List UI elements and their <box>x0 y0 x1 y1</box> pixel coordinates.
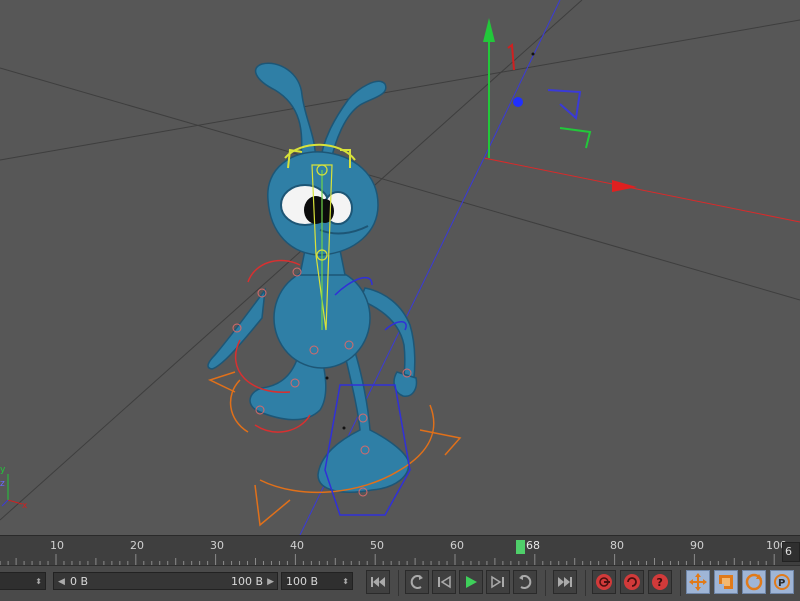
step-forward-button[interactable] <box>486 570 510 594</box>
help-label: ? <box>657 576 663 589</box>
frame-label-90: 90 <box>690 539 704 552</box>
slider-max-value: 100 B <box>230 575 263 588</box>
end-range-field[interactable]: 100 B ⬍ <box>281 572 353 590</box>
separator <box>545 570 546 596</box>
record-key-icon <box>596 574 612 590</box>
keyframe-selection-button[interactable]: ? <box>648 570 672 594</box>
step-back-button[interactable] <box>432 570 456 594</box>
spinner-icon[interactable]: ⬍ <box>35 573 42 591</box>
triad-y-label: y <box>0 465 6 475</box>
frame-label-10: 10 <box>50 539 64 552</box>
spinner-icon[interactable]: ⬍ <box>342 573 349 591</box>
x-rotation-handle-icon <box>507 43 515 71</box>
world-x-axis <box>483 157 800 223</box>
z-axis-handle-icon <box>513 97 523 107</box>
slider-right-arrow-icon[interactable]: ▶ <box>267 573 274 591</box>
play-button[interactable] <box>459 570 483 594</box>
pivot-dot <box>325 376 329 380</box>
frame-label-80: 80 <box>610 539 624 552</box>
autokey-button[interactable] <box>620 570 644 594</box>
frame-label-30: 30 <box>210 539 224 552</box>
triad-z-label: z <box>0 479 5 489</box>
separator <box>398 570 399 596</box>
rotation-track-icon <box>745 573 763 591</box>
playhead[interactable] <box>516 540 525 554</box>
left-arm <box>207 287 267 370</box>
x-axis-arrow-icon <box>612 180 637 192</box>
play-icon <box>466 576 477 588</box>
goto-start-button[interactable] <box>366 570 390 594</box>
arrow-left-orange-icon <box>207 371 236 393</box>
triad-x-label: x <box>22 501 28 511</box>
position-track-button[interactable] <box>686 570 710 594</box>
scale-track-button[interactable] <box>714 570 738 594</box>
right-pupil <box>316 199 334 223</box>
slider-left-arrow-icon[interactable]: ◀ <box>58 573 65 591</box>
next-key-icon <box>519 575 532 589</box>
goto-end-button[interactable] <box>553 570 577 594</box>
step-forward-icon <box>491 575 504 589</box>
preview-range-slider[interactable]: ◀ 0 B 100 B ▶ <box>53 572 278 590</box>
goto-end-icon <box>558 577 572 587</box>
floor-grid <box>0 0 800 521</box>
viewport-scene[interactable]: x y z <box>0 0 800 535</box>
record-key-button[interactable] <box>592 570 616 594</box>
timeline-ruler[interactable]: 10 20 30 40 50 60 80 90 100 68 6 <box>0 535 800 566</box>
frame-label-50: 50 <box>370 539 384 552</box>
end-range-value: 100 B <box>286 575 319 588</box>
keyframe-selection-icon: ? <box>652 574 668 590</box>
frame-label-40: 40 <box>290 539 304 552</box>
3d-viewport[interactable]: x y z <box>0 0 800 535</box>
world-z-axis-far <box>483 0 561 159</box>
rotation-track-button[interactable] <box>742 570 766 594</box>
frame-label-60: 60 <box>450 539 464 552</box>
current-frame-label: 68 <box>526 539 540 552</box>
prev-key-button[interactable] <box>405 570 429 594</box>
arrow-right-orange-icon <box>419 429 462 456</box>
position-track-icon <box>689 573 707 591</box>
start-frame-field[interactable]: ⬍ <box>0 572 46 590</box>
pivot-dot <box>342 426 346 430</box>
alien-character[interactable] <box>207 62 418 493</box>
autokey-icon <box>624 574 640 590</box>
next-key-button[interactable] <box>513 570 537 594</box>
scale-track-icon <box>719 575 733 589</box>
separator <box>680 570 681 596</box>
parameter-track-icon: P <box>774 574 790 590</box>
parameter-track-button[interactable]: P <box>770 570 794 594</box>
parameter-label: P <box>778 578 785 589</box>
handle-dot <box>531 52 535 56</box>
frame-label-20: 20 <box>130 539 144 552</box>
axis-triad: x y z <box>0 465 28 511</box>
step-back-icon <box>438 575 451 589</box>
end-frame-field[interactable]: 6 <box>782 542 800 562</box>
ruler-ticks <box>0 554 775 566</box>
y-plane-handle-icon <box>559 127 592 149</box>
separator <box>585 570 586 596</box>
z-plane-handle-icon <box>547 89 582 120</box>
arrow-down-orange-icon <box>254 484 291 527</box>
prev-key-icon <box>410 575 423 589</box>
goto-start-icon <box>371 577 385 587</box>
animation-toolbar: ⬍ ◀ 0 B 100 B ▶ 100 B ⬍ ? P <box>0 565 800 601</box>
slider-min-value: 0 B <box>70 575 89 588</box>
y-axis-arrow-icon <box>483 18 495 42</box>
